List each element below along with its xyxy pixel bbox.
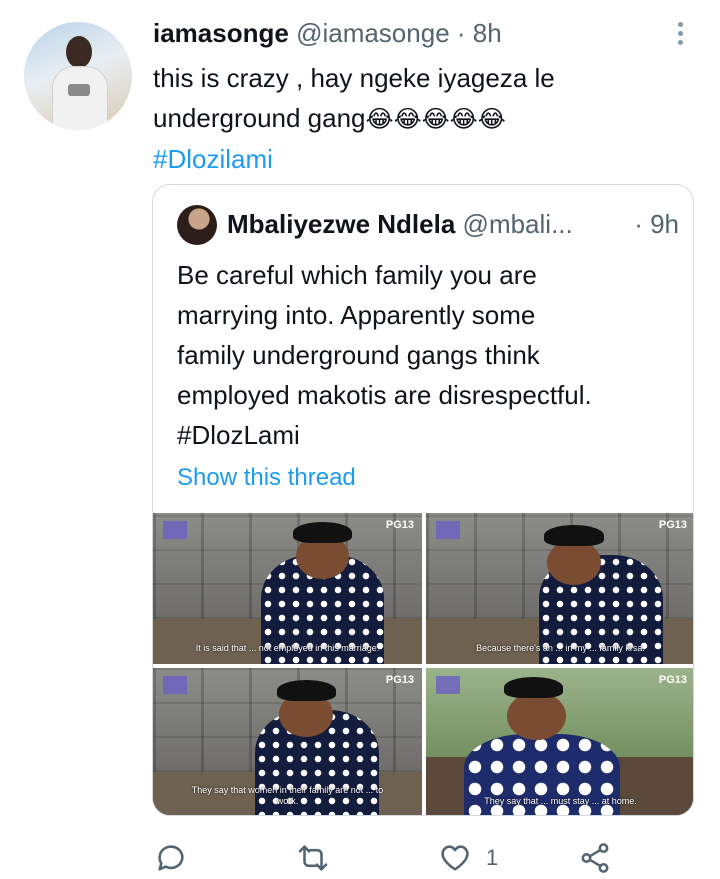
author-name[interactable]: iamasonge xyxy=(153,18,289,48)
quoted-text-line: marrying into. Apparently some xyxy=(177,300,536,330)
tweet-header: iamasonge @iamasonge · 8h xyxy=(153,16,502,50)
media-subtitle: It is said that ... not employed in this… xyxy=(195,643,380,653)
retweet-icon xyxy=(298,845,328,871)
heart-icon xyxy=(441,845,469,871)
quoted-author-avatar[interactable] xyxy=(177,205,217,245)
show-thread-link[interactable]: Show this thread xyxy=(177,461,356,495)
share-button[interactable] xyxy=(578,840,612,876)
share-icon xyxy=(581,843,609,873)
quoted-text: Be careful which family you are marrying… xyxy=(177,255,677,455)
quoted-author-handle[interactable]: @mbali... xyxy=(463,209,573,239)
tweet-text-line: underground gang😂😂😂😂😂 xyxy=(153,98,673,139)
more-options-icon[interactable] xyxy=(674,22,686,48)
media-photo-2[interactable]: PG13 Because there's an ... in my ... fa… xyxy=(426,513,693,664)
media-subtitle: Because there's an ... in my ... family … xyxy=(476,643,645,653)
quoted-time[interactable]: · 9h xyxy=(634,207,679,241)
quoted-header: Mbaliyezwe Ndlela @mbali... xyxy=(227,207,573,241)
reply-icon xyxy=(158,845,184,871)
tweet-text-fragment: underground gang xyxy=(153,103,366,133)
media-grid: PG13 It is said that ... not employed in… xyxy=(153,513,693,815)
quoted-text-line: Be careful which family you are xyxy=(177,260,537,290)
media-rating: PG13 xyxy=(658,674,687,686)
quoted-text-line: employed makotis are disrespectful. xyxy=(177,380,592,410)
quoted-text-line: family underground gangs think xyxy=(177,340,540,370)
media-photo-3[interactable]: PG13 They say that women in their family… xyxy=(153,668,422,815)
emoji-laughing: 😂😂😂😂😂 xyxy=(365,105,506,133)
hashtag-link[interactable]: #Dlozilami xyxy=(153,139,673,179)
media-rating: PG13 xyxy=(385,674,414,686)
media-subtitle: They say that women in their family are … xyxy=(191,785,384,806)
action-bar: 1 xyxy=(0,838,720,878)
tweet-text-line: this is crazy , hay ngeke iyageza le xyxy=(153,63,555,93)
media-photo-1[interactable]: PG13 It is said that ... not employed in… xyxy=(153,513,422,664)
tweet-text: this is crazy , hay ngeke iyageza le und… xyxy=(153,58,673,179)
like-button[interactable]: 1 xyxy=(438,840,498,876)
media-rating: PG13 xyxy=(385,519,414,531)
media-photo-4[interactable]: PG13 They say that ... must stay ... at … xyxy=(426,668,693,815)
author-handle[interactable]: @iamasonge xyxy=(296,18,450,48)
header-separator: · xyxy=(456,18,466,48)
tweet-time[interactable]: 8h xyxy=(473,18,502,48)
retweet-button[interactable] xyxy=(296,840,330,876)
reply-button[interactable] xyxy=(154,840,188,876)
quoted-hashtag[interactable]: #DlozLami xyxy=(177,415,677,455)
media-subtitle: They say that ... must stay ... at home. xyxy=(484,796,637,806)
media-rating: PG13 xyxy=(658,519,687,531)
author-avatar[interactable] xyxy=(24,22,132,130)
quoted-author-name[interactable]: Mbaliyezwe Ndlela xyxy=(227,209,455,239)
like-count: 1 xyxy=(486,845,499,870)
quoted-tweet[interactable]: Mbaliyezwe Ndlela @mbali... · 9h Be care… xyxy=(152,184,694,816)
